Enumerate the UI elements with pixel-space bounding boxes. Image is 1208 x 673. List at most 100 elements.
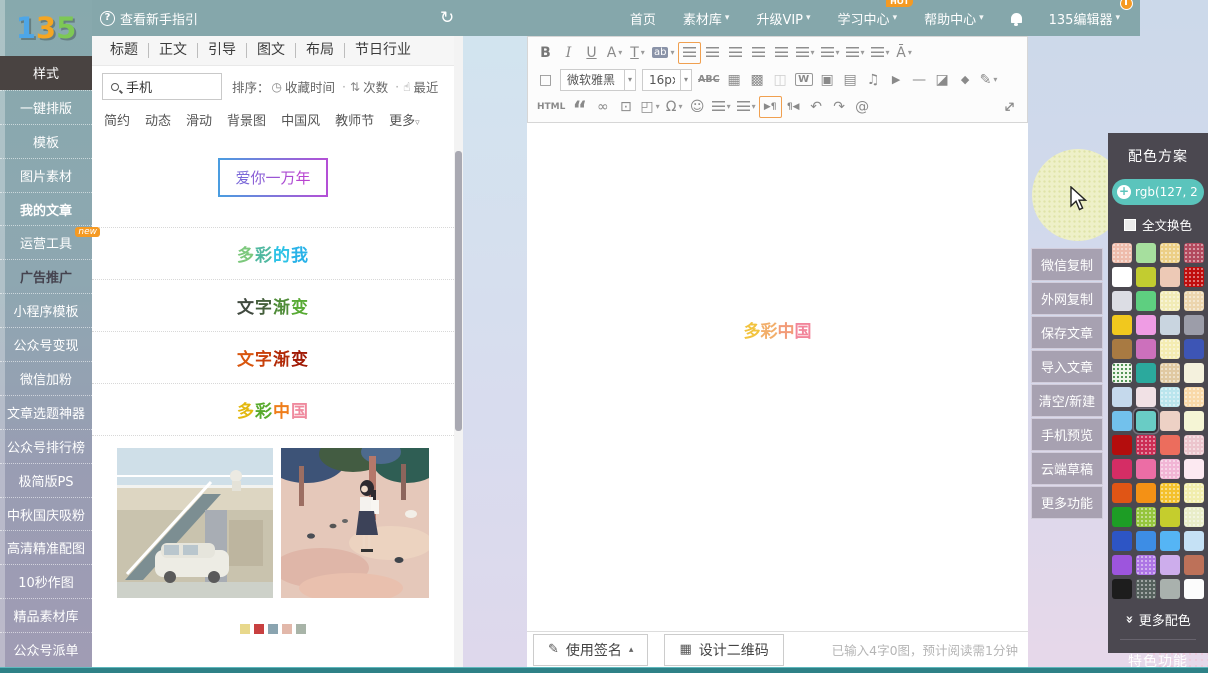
filter-item-1[interactable]: 动态 [145, 110, 171, 129]
background-image-button[interactable]: ▩ [746, 69, 769, 91]
emoji-button[interactable]: ☺ [686, 96, 709, 118]
sidebar-item-16[interactable]: 精品素材库 [0, 598, 92, 632]
sidebar-item-3[interactable]: 图片素材 [0, 158, 92, 192]
color-swatch-21[interactable] [1136, 363, 1156, 383]
floating-button-5[interactable]: 手机预览 [1031, 418, 1103, 451]
special-character-button[interactable]: Ω▾ [663, 96, 686, 118]
floating-button-0[interactable]: 微信复制 [1031, 248, 1103, 281]
fullscreen-button[interactable]: ↕ [998, 96, 1021, 118]
color-swatch-15[interactable] [1184, 315, 1204, 335]
style-preview-image-bridge[interactable] [117, 448, 273, 598]
color-swatch-19[interactable] [1184, 339, 1204, 359]
nav-item-4[interactable]: 帮助中心▾ [924, 9, 984, 28]
border-style-button[interactable]: ◰▾ [637, 96, 662, 118]
filter-item-4[interactable]: 中国风 [281, 110, 320, 129]
color-swatch-42[interactable] [1160, 483, 1180, 503]
color-swatch-29[interactable] [1136, 411, 1156, 431]
tab-4[interactable]: 布局 [296, 43, 345, 58]
letter-case-button[interactable]: Ā▾ [893, 42, 916, 64]
ordered-list-button[interactable]: ▾ [709, 96, 734, 118]
color-swatch-41[interactable] [1136, 483, 1156, 503]
highlight-color-button[interactable]: ab▾ [649, 42, 678, 64]
nav-item-2[interactable]: 升级VIP▾ [756, 9, 810, 28]
more-colors-link[interactable]: » 更多配色 [1108, 610, 1208, 629]
color-swatch-12[interactable] [1112, 315, 1132, 335]
format-brush-button[interactable]: ◆ [954, 69, 977, 91]
floating-button-3[interactable]: 导入文章 [1031, 350, 1103, 383]
filter-item-0[interactable]: 简约 [104, 110, 130, 129]
sidebar-item-2[interactable]: 模板 [0, 124, 92, 158]
nav-item-0[interactable]: 首页 [630, 9, 656, 28]
refresh-icon[interactable]: ↻ [440, 8, 454, 28]
color-swatch-45[interactable] [1136, 507, 1156, 527]
style-item-0[interactable]: 爱你一万年 [92, 128, 454, 228]
style-item-1[interactable]: 多彩的我 [92, 228, 454, 280]
color-swatch-39[interactable] [1184, 459, 1204, 479]
sidebar-item-11[interactable]: 公众号排行榜 [0, 429, 92, 463]
outdent-button[interactable]: ▾ [793, 42, 818, 64]
sidebar-item-13[interactable]: 中秋国庆吸粉 [0, 497, 92, 531]
text-card-button[interactable]: ⊡ [614, 96, 637, 118]
insert-table-button[interactable]: ▦ [723, 69, 746, 91]
color-swatch-13[interactable] [1136, 315, 1156, 335]
search-input[interactable]: 手机 [102, 73, 222, 100]
style-item-4[interactable]: 多彩中国 [92, 384, 454, 436]
sort-option-1[interactable]: ⇅次数 [350, 77, 403, 96]
color-swatch-55[interactable] [1184, 555, 1204, 575]
current-color-pill[interactable]: + rgb(127, 2 [1112, 179, 1204, 205]
editor-content[interactable]: 多彩中国 [527, 123, 1028, 631]
content-text[interactable]: 多彩中国 [527, 317, 1028, 342]
sort-option-0[interactable]: ◷收藏时间 [272, 77, 350, 96]
sidebar-item-7[interactable]: 小程序模板 [0, 293, 92, 327]
bold-button[interactable]: B [534, 42, 557, 64]
italic-button[interactable]: I [557, 42, 580, 64]
color-swatch-37[interactable] [1136, 459, 1156, 479]
sidebar-item-14[interactable]: 高清精准配图 [0, 530, 92, 564]
color-swatch-3[interactable] [1184, 243, 1204, 263]
horizontal-rule-button[interactable]: — [908, 69, 931, 91]
qrcode-button[interactable]: ▦ 设计二维码 [664, 634, 783, 666]
sidebar-item-9[interactable]: 微信加粉 [0, 361, 92, 395]
checkbox[interactable] [1124, 219, 1136, 231]
insert-link-button[interactable]: ∞ [591, 96, 614, 118]
color-swatch-38[interactable] [1160, 459, 1180, 479]
color-swatch-57[interactable] [1136, 579, 1156, 599]
color-swatch-8[interactable] [1112, 291, 1132, 311]
sidebar-item-12[interactable]: 极简版PS [0, 463, 92, 497]
indent-button[interactable] [770, 42, 793, 64]
color-swatch-23[interactable] [1184, 363, 1204, 383]
nav-item-3[interactable]: 学习中心▾HOT [838, 9, 898, 28]
insert-image-button[interactable]: ▣ [816, 69, 839, 91]
tab-5[interactable]: 节日行业 [345, 43, 421, 58]
color-swatch-36[interactable] [1112, 459, 1132, 479]
sidebar-item-15[interactable]: 10秒作图 [0, 564, 92, 598]
tab-3[interactable]: 图文 [247, 43, 296, 58]
color-swatch-27[interactable] [1184, 387, 1204, 407]
redo-button[interactable]: ↷ [828, 96, 851, 118]
color-swatch-24[interactable] [1112, 387, 1132, 407]
color-swatch-59[interactable] [1184, 579, 1204, 599]
font-size-select[interactable]: 16px▾ [642, 69, 692, 91]
full-text-recolor-option[interactable]: 全文换色 [1108, 215, 1208, 243]
color-swatch-20[interactable] [1112, 363, 1132, 383]
blockquote-button[interactable]: “ [568, 96, 591, 118]
color-swatch-6[interactable] [1160, 267, 1180, 287]
panel-scrollbar[interactable] [454, 36, 463, 667]
color-swatch-30[interactable] [1160, 411, 1180, 431]
sidebar-item-8[interactable]: 公众号变现 [0, 327, 92, 361]
floating-button-6[interactable]: 云端草稿 [1031, 452, 1103, 485]
sidebar-item-5[interactable]: 运营工具new [0, 225, 92, 259]
nav-item-bell[interactable] [1011, 13, 1022, 23]
color-swatch-34[interactable] [1160, 435, 1180, 455]
color-swatch-43[interactable] [1184, 483, 1204, 503]
tab-1[interactable]: 正文 [149, 43, 198, 58]
sidebar-item-10[interactable]: 文章选题神器 [0, 395, 92, 429]
new-document-button[interactable]: □ [534, 69, 557, 91]
nav-item-6[interactable]: 135编辑器▾ [1049, 9, 1120, 28]
color-swatch-16[interactable] [1112, 339, 1132, 359]
color-swatch-28[interactable] [1112, 411, 1132, 431]
sidebar-item-17[interactable]: 公众号派单 [0, 632, 92, 666]
color-swatch-26[interactable] [1160, 387, 1180, 407]
one-key-format-button[interactable]: ✎▾ [977, 69, 1001, 91]
style-item-images[interactable] [92, 436, 454, 667]
